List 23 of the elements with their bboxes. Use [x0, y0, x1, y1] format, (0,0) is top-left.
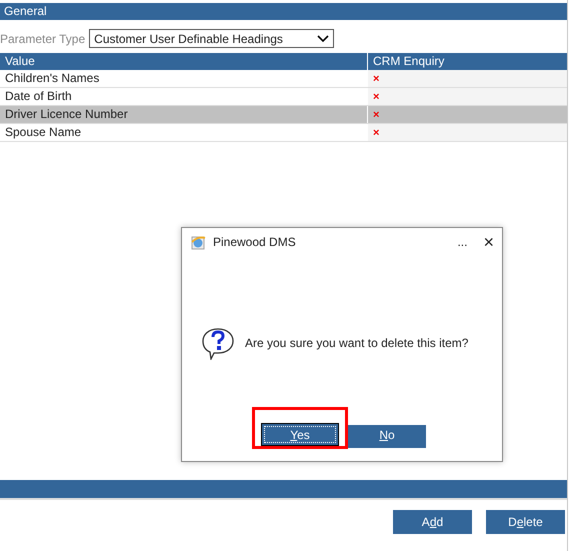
section-header: General	[0, 3, 567, 20]
parameter-select[interactable]: Customer User Definable Headings	[89, 29, 334, 48]
cross-icon: ×	[373, 91, 380, 103]
close-button[interactable]: ×	[483, 232, 494, 252]
action-button[interactable]: Add	[393, 510, 472, 534]
parameter-label: Parameter Type	[0, 32, 86, 46]
cross-icon: ×	[373, 73, 380, 85]
table-row[interactable]: Children's Names ×	[0, 70, 567, 88]
dialog-message: Are you sure you want to delete this item?	[245, 336, 468, 350]
table-row[interactable]: Driver Licence Number ×	[0, 106, 567, 124]
action-button[interactable]: Delete	[486, 510, 565, 534]
column-header[interactable]: Value	[0, 53, 368, 70]
cross-icon: ×	[373, 109, 380, 121]
question-icon	[201, 326, 235, 360]
dialog-title: Pinewood DMS	[213, 235, 297, 249]
table-row[interactable]: Spouse Name ×	[0, 124, 567, 142]
chevron-icon	[317, 34, 330, 42]
dialog-button[interactable]: No	[348, 424, 426, 448]
more-button[interactable]: ...	[457, 235, 468, 249]
cross-icon: ×	[373, 127, 380, 139]
globe-icon	[190, 234, 206, 250]
dialog-button[interactable]: Yes	[261, 423, 339, 446]
column-header[interactable]: CRM Enquiry	[368, 53, 567, 70]
